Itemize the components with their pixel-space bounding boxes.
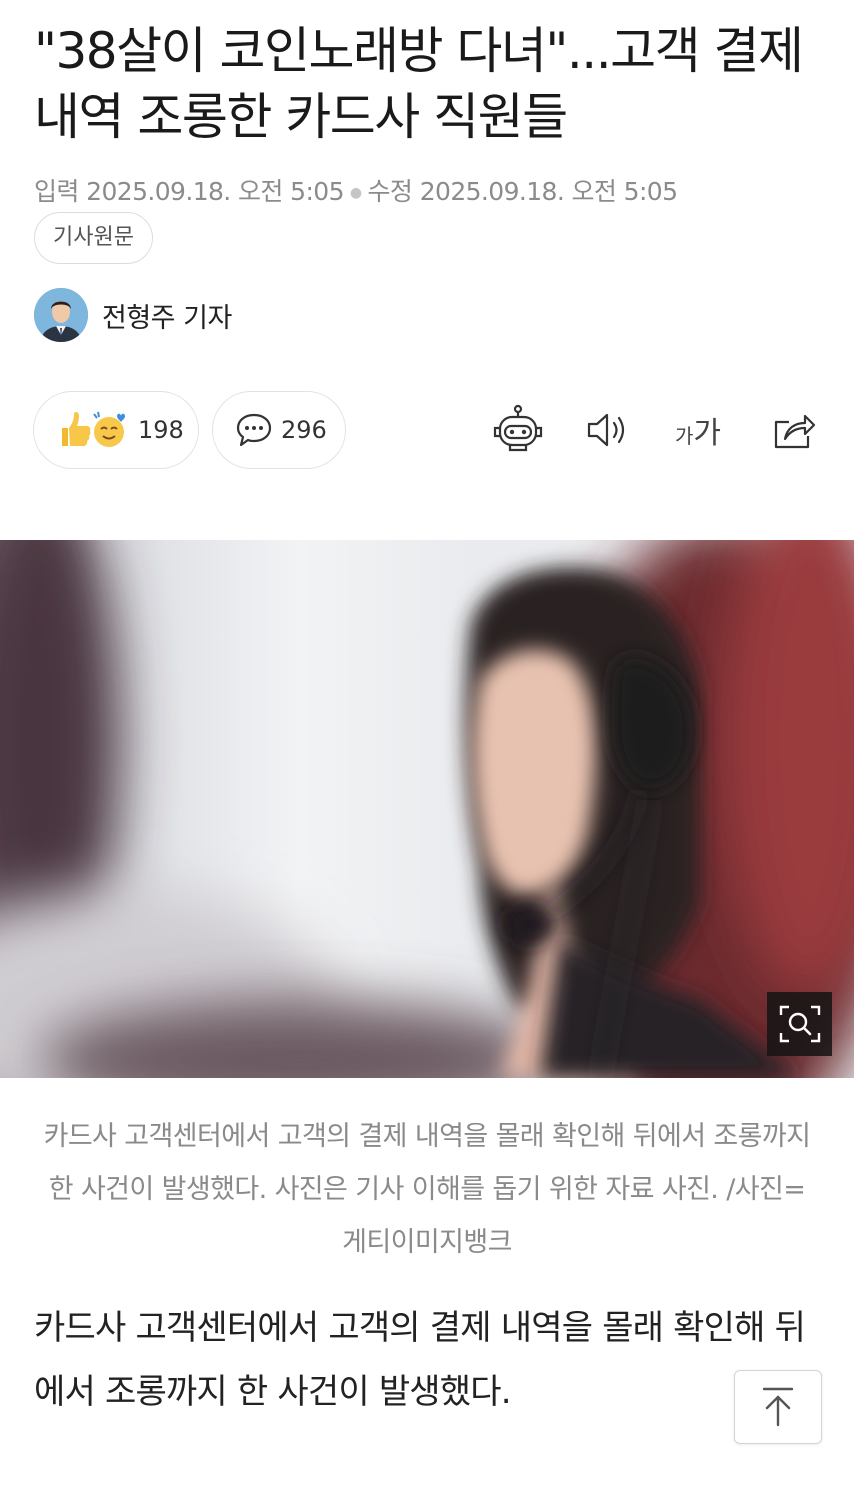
- article-body-paragraph: 카드사 고객센터에서 고객의 결제 내역을 몰래 확인해 뒤에서 조롱까지 한 …: [34, 1308, 806, 1412]
- text-to-speech-icon: [587, 413, 625, 447]
- article-dates: 입력 2025.09.18. 오전 5:05 ● 수정 2025.09.18. 오전…: [34, 172, 834, 208]
- published-date: 2025.09.18. 오전 5:05: [86, 177, 344, 206]
- ai-summary-button[interactable]: [488, 400, 548, 460]
- speech-bubble-icon: [236, 413, 272, 447]
- modified-label: 수정: [367, 177, 413, 206]
- call-center-photo: [0, 540, 854, 1078]
- published-label: 입력: [34, 177, 79, 206]
- article-photo[interactable]: [0, 540, 854, 1078]
- font-size-button[interactable]: 가가: [668, 400, 728, 460]
- comment-button[interactable]: 296: [212, 391, 346, 469]
- share-icon: [774, 414, 816, 449]
- author-name[interactable]: 전형주 기자: [102, 296, 232, 335]
- author-avatar[interactable]: [34, 288, 88, 342]
- author-info[interactable]: 전형주 기자: [34, 288, 232, 342]
- share-button[interactable]: [764, 400, 824, 460]
- reaction-button[interactable]: 198: [33, 391, 199, 469]
- scroll-to-top-button[interactable]: [734, 1370, 822, 1444]
- thumbs-up-and-love-emoji-icon: [62, 411, 125, 447]
- font-size-icon: 가가: [674, 416, 721, 451]
- original-article-button[interactable]: 기사원문: [34, 212, 153, 264]
- photo-caption: 카드사 고객센터에서 고객의 결제 내역을 몰래 확인해 뒤에서 조롱까지 한 …: [43, 1121, 811, 1258]
- separator-dot: ●: [349, 185, 362, 201]
- ai-summary-robot-icon: [493, 404, 543, 452]
- modified-date: 2025.09.18. 오전 5:05: [419, 177, 678, 206]
- photo-zoom-button[interactable]: [767, 992, 832, 1056]
- comment-count: 296: [281, 416, 327, 444]
- article-title: "38살이 코인노래방 다녀"...고객 결제내역 조롱한 카드사 직원들: [34, 22, 804, 146]
- zoom-image-icon: [779, 1005, 820, 1043]
- reaction-count: 198: [138, 416, 184, 444]
- arrow-up-icon: [762, 1387, 794, 1427]
- text-to-speech-button[interactable]: [578, 400, 638, 460]
